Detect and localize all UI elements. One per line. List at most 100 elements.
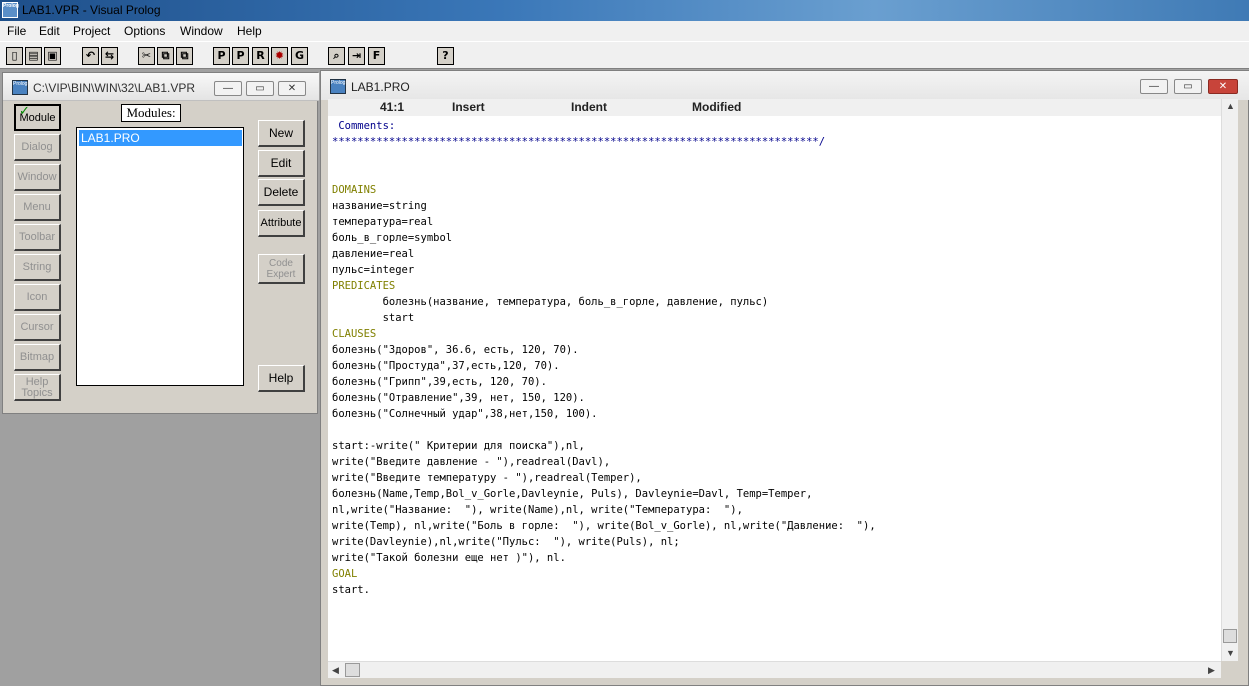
check-icon: ✓ [19,103,30,118]
menu-button[interactable]: Menu [14,194,61,221]
modules-list[interactable]: LAB1.PRO [76,127,244,386]
editor-titlebar: Prolog LAB1.PRO — ▭ ✕ [321,71,1249,100]
code-expert-button[interactable]: Code Expert [258,254,305,284]
indent-mode: Indent [571,100,607,114]
code-line: болезнь(Name,Temp,Bol_v_Gorle,Davleynie,… [332,488,813,500]
minimize-button[interactable]: — [1140,79,1168,94]
menu-edit[interactable]: Edit [39,24,60,38]
find-f-button[interactable]: F [368,47,385,65]
new-file-icon[interactable]: ▯ [6,47,23,65]
code-line: CLAUSES [332,328,377,340]
help-button[interactable]: Help [258,365,305,392]
scroll-up-icon[interactable]: ▲ [1226,101,1235,111]
help-question-button[interactable]: ? [437,47,454,65]
module-item[interactable]: LAB1.PRO [79,130,242,146]
cursor-button[interactable]: Cursor [14,314,61,341]
minimize-button[interactable]: — [214,81,242,96]
menu-project[interactable]: Project [73,24,110,38]
code-line: болезнь("Простуда",37,есть,120, 70). [332,360,560,372]
delete-button[interactable]: Delete [258,179,305,206]
attribute-button[interactable]: Attribute [258,210,305,237]
code-line: ****************************************… [332,136,826,148]
code-line: GOAL [332,568,358,580]
undo-icon[interactable]: ↶ [82,47,99,65]
code-line: пульс=integer [332,264,415,276]
help-topics-button[interactable]: Help Topics [14,374,61,401]
code-line: write(Davleynie),nl,write("Пульс: "), wr… [332,536,680,548]
save-icon[interactable]: ▣ [44,47,61,65]
prolog-file-icon: Prolog [330,79,346,94]
menu-options[interactable]: Options [124,24,165,38]
maximize-button[interactable]: ▭ [1174,79,1202,94]
copy-icon[interactable]: ⧉ [157,47,174,65]
vertical-scrollbar[interactable]: ▲ ▼ [1221,99,1238,661]
close-button[interactable]: ✕ [1208,79,1238,94]
modules-label: Modules: [121,104,181,122]
go-g-button[interactable]: G [291,47,308,65]
code-line: температура=real [332,216,434,228]
code-line: болезнь("Здоров", 36.6, есть, 120, 70). [332,344,579,356]
menu-window[interactable]: Window [180,24,223,38]
close-button[interactable]: ✕ [278,81,306,96]
code-line: write("Такой болезни еще нет )"), nl. [332,552,566,564]
code-editor[interactable]: Comments: *******************************… [328,116,1221,661]
edit-button[interactable]: Edit [258,150,305,177]
code-line: болезнь("Солнечный удар",38,нет,150, 100… [332,408,598,420]
code-line: болезнь("Отравление",39, нет, 150, 120). [332,392,585,404]
menu-file[interactable]: File [7,24,26,38]
prolog-app-icon: Prolog [2,2,19,18]
maximize-button[interactable]: ▭ [246,81,274,96]
redo-icon[interactable]: ⇆ [101,47,118,65]
modified-status: Modified [692,100,742,114]
cursor-position: 41:1 [380,100,405,114]
new-button[interactable]: New [258,120,305,147]
dialog-button[interactable]: Dialog [14,134,61,161]
prolog-file-icon: Prolog [12,80,28,95]
code-line: болезнь(название, температура, боль_в_го… [332,296,769,308]
find-icon[interactable]: ⌕ [328,47,345,65]
code-line: DOMAINS [332,184,377,196]
horizontal-scrollbar[interactable]: ◀ ▶ [328,661,1221,678]
cut-icon[interactable]: ✂ [138,47,155,65]
code-line: write(Temp), nl,write("Боль в горле: "),… [332,520,876,532]
compile-p-button[interactable]: P [213,47,230,65]
replace-icon[interactable]: ⇥ [348,47,365,65]
open-file-icon[interactable]: ▤ [25,47,42,65]
code-line: write("Введите давление - "),readreal(Da… [332,456,611,468]
paste-icon[interactable]: ⧉ [176,47,193,65]
toolbar: ▯ ▤ ▣ ↶ ⇆ ✂ ⧉ ⧉ P P R ✹ G ⌕ ⇥ F ? [0,41,1249,69]
insert-mode: Insert [452,100,485,114]
code-line: PREDICATES [332,280,396,292]
menu-bar: File Edit Project Options Window Help [0,21,1249,41]
module-button[interactable]: Module ✓ [14,103,61,131]
scroll-thumb[interactable] [1223,629,1237,643]
code-line: write("Введите температуру - "),readreal… [332,472,642,484]
project-title: C:\VIP\BIN\WIN\32\LAB1.VPR [33,81,196,95]
code-line: start:-write(" Критерии для поиска"),nl, [332,440,585,452]
run-r-button[interactable]: R [252,47,269,65]
menu-help[interactable]: Help [237,24,262,38]
code-line: start [332,312,415,324]
icon-button[interactable]: Icon [14,284,61,311]
scroll-right-icon[interactable]: ▶ [1208,665,1215,676]
code-line: start. [332,584,370,596]
code-line: nl,write("Название: "), write(Name),nl, … [332,504,743,516]
window-button[interactable]: Window [14,164,61,191]
bitmap-button[interactable]: Bitmap [14,344,61,371]
bug-icon[interactable]: ✹ [271,47,288,65]
scroll-left-icon[interactable]: ◀ [332,665,339,676]
string-button[interactable]: String [14,254,61,281]
code-line: давление=real [332,248,415,260]
status-bar: 41:1 Insert Indent Modified [328,99,1221,116]
editor-title: LAB1.PRO [351,80,410,94]
code-line: Comments: [332,120,396,132]
hscroll-thumb[interactable] [345,663,360,677]
window-titlebar: Prolog LAB1.VPR - Visual Prolog [0,0,1249,21]
code-line: название=string [332,200,427,212]
window-title: LAB1.VPR - Visual Prolog [22,3,161,17]
scroll-down-icon[interactable]: ▼ [1226,648,1235,658]
code-line: болезнь("Грипп",39,есть, 120, 70). [332,376,547,388]
project-titlebar: Prolog C:\VIP\BIN\WIN\32\LAB1.VPR — ▭ ✕ [3,73,319,101]
project-p-button[interactable]: P [232,47,249,65]
toolbar-button[interactable]: Toolbar [14,224,61,251]
